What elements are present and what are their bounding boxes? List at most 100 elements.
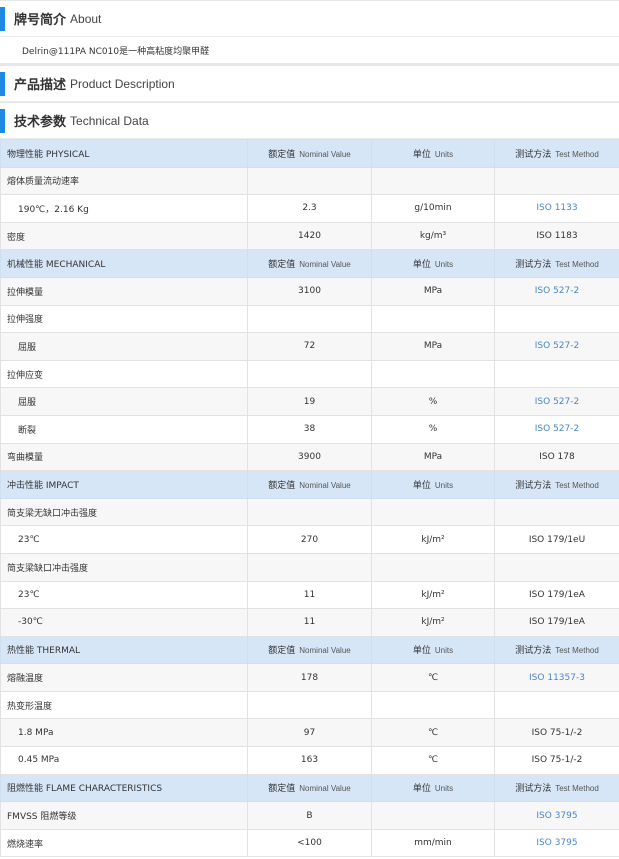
test-method-header-cn: 测试方法 <box>515 480 552 491</box>
category-name: 阻燃性能 FLAME CHARACTERISTICS <box>0 773 248 803</box>
category-header-row: 热性能 THERMAL 额定值 Nominal Value 单位 Units 测试方法 Te… <box>0 635 619 665</box>
property-name: 弯曲模量 <box>0 442 248 472</box>
test-method-link[interactable]: ISO 527-2 <box>494 276 619 306</box>
test-method <box>494 359 619 389</box>
nominal-value-header-en: Nominal Value <box>299 260 351 270</box>
test-method <box>494 690 619 720</box>
units-header: 单位 Units <box>371 470 495 499</box>
category-header-row: 阻燃性能 FLAME CHARACTERISTICS 额定值 Nominal Val… <box>0 773 619 803</box>
unit <box>371 552 495 582</box>
section-accent-bar <box>0 108 5 133</box>
test-method: ISO 75-1/-2 <box>494 718 619 748</box>
nominal-value-header-en: Nominal Value <box>299 480 351 490</box>
test-method <box>494 166 619 196</box>
category-header-row: 机械性能 MECHANICAL 额定值 Nominal Value 单位 Units 测试… <box>0 249 619 278</box>
category-name: 机械性能 MECHANICAL <box>0 249 248 278</box>
property-name: 190℃，2.16 Kg <box>0 194 248 223</box>
nominal-value: 3900 <box>247 442 372 472</box>
property-name: 熔融温度 <box>0 663 248 692</box>
section-title-en: Product Description <box>70 76 175 91</box>
test-method: ISO 75-1/-2 <box>494 746 619 775</box>
table-row: 密度 1420 kg/m³ ISO 1183 <box>0 221 619 251</box>
table-row: 屈服 19% ISO 527-2 <box>0 387 619 416</box>
category-header-row: 物理性能 PHYSICAL 额定值 Nominal Value 单位 Units 测试方法… <box>0 139 619 168</box>
section-title-cn: 牌号简介 <box>14 13 67 28</box>
test-method-header: 测试方法 Test Method <box>494 773 619 803</box>
nominal-value-header-cn: 额定值 <box>268 784 296 795</box>
test-method-link[interactable]: ISO 527-2 <box>494 387 619 416</box>
unit: MPa <box>371 442 495 472</box>
property-name: 燃烧速率 <box>0 828 248 858</box>
test-method-link[interactable]: ISO 11357-3 <box>494 663 619 692</box>
property-name: 23℃ <box>0 580 248 610</box>
nominal-value: 72 <box>247 332 372 361</box>
test-method-link[interactable]: ISO 527-2 <box>494 414 619 444</box>
nominal-value: 1420 <box>247 221 372 251</box>
units-header-en: Units <box>434 149 454 159</box>
test-method-link[interactable]: ISO 3795 <box>494 828 619 858</box>
unit: MPa <box>371 276 495 306</box>
category-name: 热性能 THERMAL <box>0 635 248 665</box>
table-row: FMVSS 阻燃等级 B ISO 3795 <box>0 801 619 830</box>
nominal-value-header: 额定值 Nominal Value <box>247 773 372 803</box>
units-header: 单位 Units <box>371 249 495 278</box>
unit: ℃ <box>371 746 495 775</box>
test-method-link[interactable]: ISO 1133 <box>494 194 619 223</box>
property-name: -30℃ <box>0 608 248 637</box>
unit: kJ/m² <box>371 608 495 637</box>
about-text: Delrin@111PA NC010是一种高粘度均聚甲醛 <box>0 37 619 65</box>
unit: % <box>371 414 495 444</box>
nominal-value <box>247 497 372 527</box>
units-header: 单位 Units <box>371 139 495 168</box>
unit: mm/min <box>371 828 495 858</box>
nominal-value: 19 <box>247 387 372 416</box>
unit: ℃ <box>371 663 495 692</box>
units-header-cn: 单位 <box>412 784 431 795</box>
test-method-header-cn: 测试方法 <box>515 646 552 657</box>
unit <box>371 690 495 720</box>
property-name: 简支梁无缺口冲击强度 <box>0 497 248 527</box>
table-row: 简支梁无缺口冲击强度 <box>0 497 619 527</box>
unit: MPa <box>371 332 495 361</box>
section-about-header: 牌号简介 About <box>0 0 619 37</box>
test-method-header: 测试方法 Test Method <box>494 470 619 499</box>
units-header-cn: 单位 <box>412 480 431 491</box>
section-technical-header: 技术参数 Technical Data <box>0 102 619 139</box>
test-method-header-en: Test Method <box>555 149 599 159</box>
nominal-value-header: 额定值 Nominal Value <box>247 139 372 168</box>
nominal-value-header-cn: 额定值 <box>268 260 296 271</box>
test-method: ISO 179/1eU <box>494 525 619 554</box>
property-name: 拉伸模量 <box>0 276 248 306</box>
table-row: 拉伸模量 3100 MPa ISO 527-2 <box>0 276 619 306</box>
nominal-value-header-cn: 额定值 <box>268 646 296 657</box>
nominal-value: 178 <box>247 663 372 692</box>
units-header-en: Units <box>434 480 454 490</box>
test-method-link[interactable]: ISO 527-2 <box>494 332 619 361</box>
technical-data-table: 物理性能 PHYSICAL 额定值 Nominal Value 单位 Units 测试方法… <box>0 139 619 858</box>
nominal-value-header-cn: 额定值 <box>268 480 296 491</box>
nominal-value <box>247 166 372 196</box>
property-name: 拉伸强度 <box>0 304 248 334</box>
property-name: 1.8 MPa <box>0 718 248 748</box>
nominal-value: B <box>247 801 372 830</box>
table-row: 23℃ 11 kJ/m² ISO 179/1eA <box>0 580 619 610</box>
test-method-header: 测试方法 Test Method <box>494 139 619 168</box>
table-row: 热变形温度 <box>0 690 619 720</box>
nominal-value: 2.3 <box>247 194 372 223</box>
unit: kJ/m² <box>371 580 495 610</box>
table-row: 190℃，2.16 Kg 2.3 g/10min ISO 1133 <box>0 194 619 223</box>
test-method-header-en: Test Method <box>555 784 599 794</box>
test-method-header-en: Test Method <box>555 260 599 270</box>
units-header: 单位 Units <box>371 773 495 803</box>
table-row: 屈服 72 MPa ISO 527-2 <box>0 332 619 361</box>
nominal-value: 163 <box>247 746 372 775</box>
table-row: -30℃ 11 kJ/m² ISO 179/1eA <box>0 608 619 637</box>
section-title-cn: 产品描述 <box>14 78 67 93</box>
tds-page: 牌号简介 About Delrin@111PA NC010是一种高粘度均聚甲醛 … <box>0 0 619 859</box>
test-method: ISO 178 <box>494 442 619 472</box>
test-method <box>494 304 619 334</box>
nominal-value-header-en: Nominal Value <box>299 149 351 159</box>
test-method-header-en: Test Method <box>555 646 599 656</box>
unit: % <box>371 387 495 416</box>
test-method-link[interactable]: ISO 3795 <box>494 801 619 830</box>
